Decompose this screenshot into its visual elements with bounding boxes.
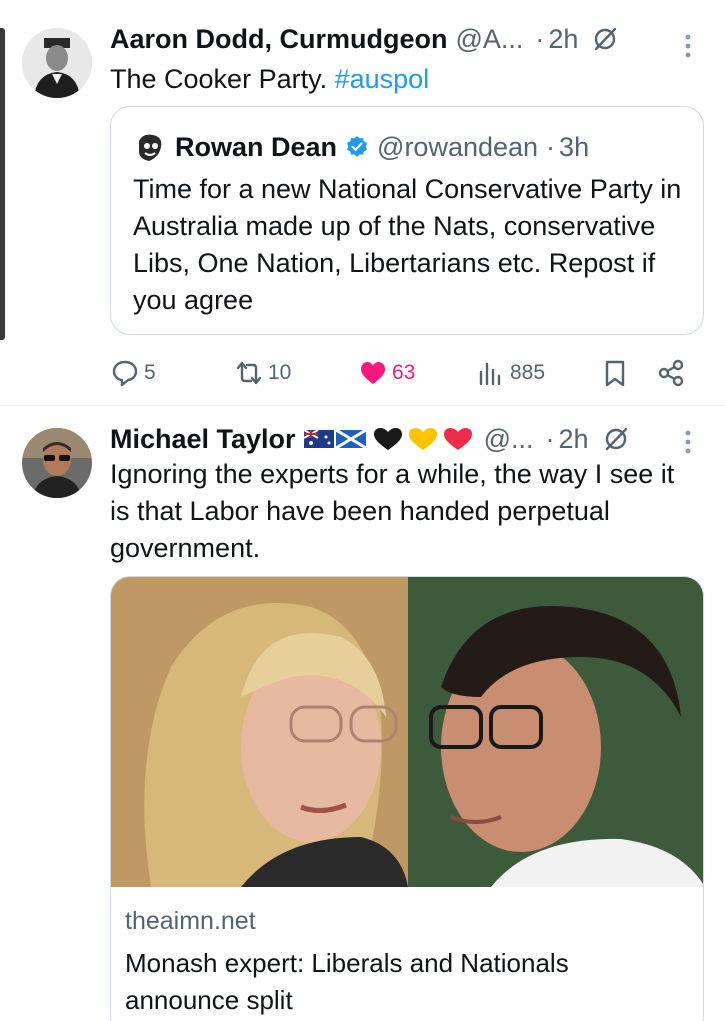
- tweet-header: Michael Taylor @... · 2h: [110, 421, 705, 457]
- quote-header: Rowan Dean @rowandean · 3h: [175, 129, 589, 165]
- tweet-michael-taylor[interactable]: Michael Taylor @... · 2h Ignoring the ex…: [0, 406, 725, 1021]
- name-emoji-flags: [303, 426, 476, 452]
- link-card-domain: theaimn.net: [125, 907, 256, 935]
- share-button[interactable]: [656, 358, 686, 388]
- grok-icon[interactable]: [592, 26, 618, 52]
- like-count: 63: [392, 361, 416, 384]
- link-card[interactable]: theaimn.net Monash expert: Liberals and …: [110, 576, 704, 1021]
- user-handle[interactable]: @A...: [455, 24, 523, 55]
- views-count: 885: [510, 361, 546, 384]
- flag-australia-icon: [303, 428, 366, 450]
- views-icon: [479, 362, 501, 386]
- tweet-text: Ignoring the experts for a while, the wa…: [110, 459, 675, 563]
- link-card-image: [111, 577, 703, 887]
- reply-button[interactable]: 5: [110, 358, 156, 388]
- repost-count: 10: [268, 361, 292, 384]
- grok-icon[interactable]: [603, 426, 629, 452]
- more-icon[interactable]: [685, 34, 691, 58]
- quote-handle[interactable]: @rowandean: [377, 132, 538, 163]
- bookmark-icon: [605, 360, 625, 387]
- link-card-title: Monash expert: Liberals and Nationals an…: [125, 948, 569, 1015]
- like-button[interactable]: 63: [358, 358, 415, 388]
- repost-button[interactable]: 10: [234, 358, 291, 388]
- hashtag-link[interactable]: #auspol: [335, 64, 430, 94]
- share-icon: [658, 359, 684, 387]
- separator-dot: ·: [545, 423, 555, 454]
- tweet-header: Aaron Dodd, Curmudgeon @A... · 2h: [110, 21, 705, 57]
- avatar[interactable]: [22, 428, 92, 498]
- views-button[interactable]: 885: [476, 358, 545, 388]
- reply-count: 5: [144, 361, 156, 384]
- separator-dot: ·: [546, 131, 556, 162]
- quote-timestamp[interactable]: 3h: [559, 132, 589, 163]
- quote-avatar[interactable]: [133, 131, 167, 165]
- display-name[interactable]: Aaron Dodd, Curmudgeon: [110, 24, 447, 55]
- display-name[interactable]: Michael Taylor: [110, 424, 296, 455]
- like-icon: [361, 362, 385, 384]
- repost-icon: [236, 361, 262, 385]
- quote-display-name[interactable]: Rowan Dean: [175, 132, 337, 163]
- action-bar: 5 10 63 885: [110, 352, 695, 392]
- more-icon[interactable]: [685, 430, 691, 454]
- avatar[interactable]: [22, 28, 92, 98]
- user-handle[interactable]: @...: [484, 424, 534, 455]
- separator-dot: ·: [535, 23, 545, 54]
- verified-icon: [345, 135, 369, 159]
- quote-text: Time for a new National Conservative Par…: [133, 174, 682, 315]
- tweet-text: The Cooker Party. #auspol: [110, 61, 701, 98]
- tweet-aaron-dodd[interactable]: Aaron Dodd, Curmudgeon @A... · 2h The Co…: [0, 0, 725, 405]
- reply-icon: [112, 360, 138, 387]
- timestamp[interactable]: 2h: [558, 424, 588, 455]
- heart-emojis-icon: [373, 428, 472, 450]
- bookmark-button[interactable]: [600, 358, 630, 388]
- quoted-tweet[interactable]: Rowan Dean @rowandean · 3h Time for a ne…: [110, 106, 704, 335]
- timestamp[interactable]: 2h: [548, 24, 578, 55]
- tweet-text-plain: The Cooker Party.: [110, 64, 335, 94]
